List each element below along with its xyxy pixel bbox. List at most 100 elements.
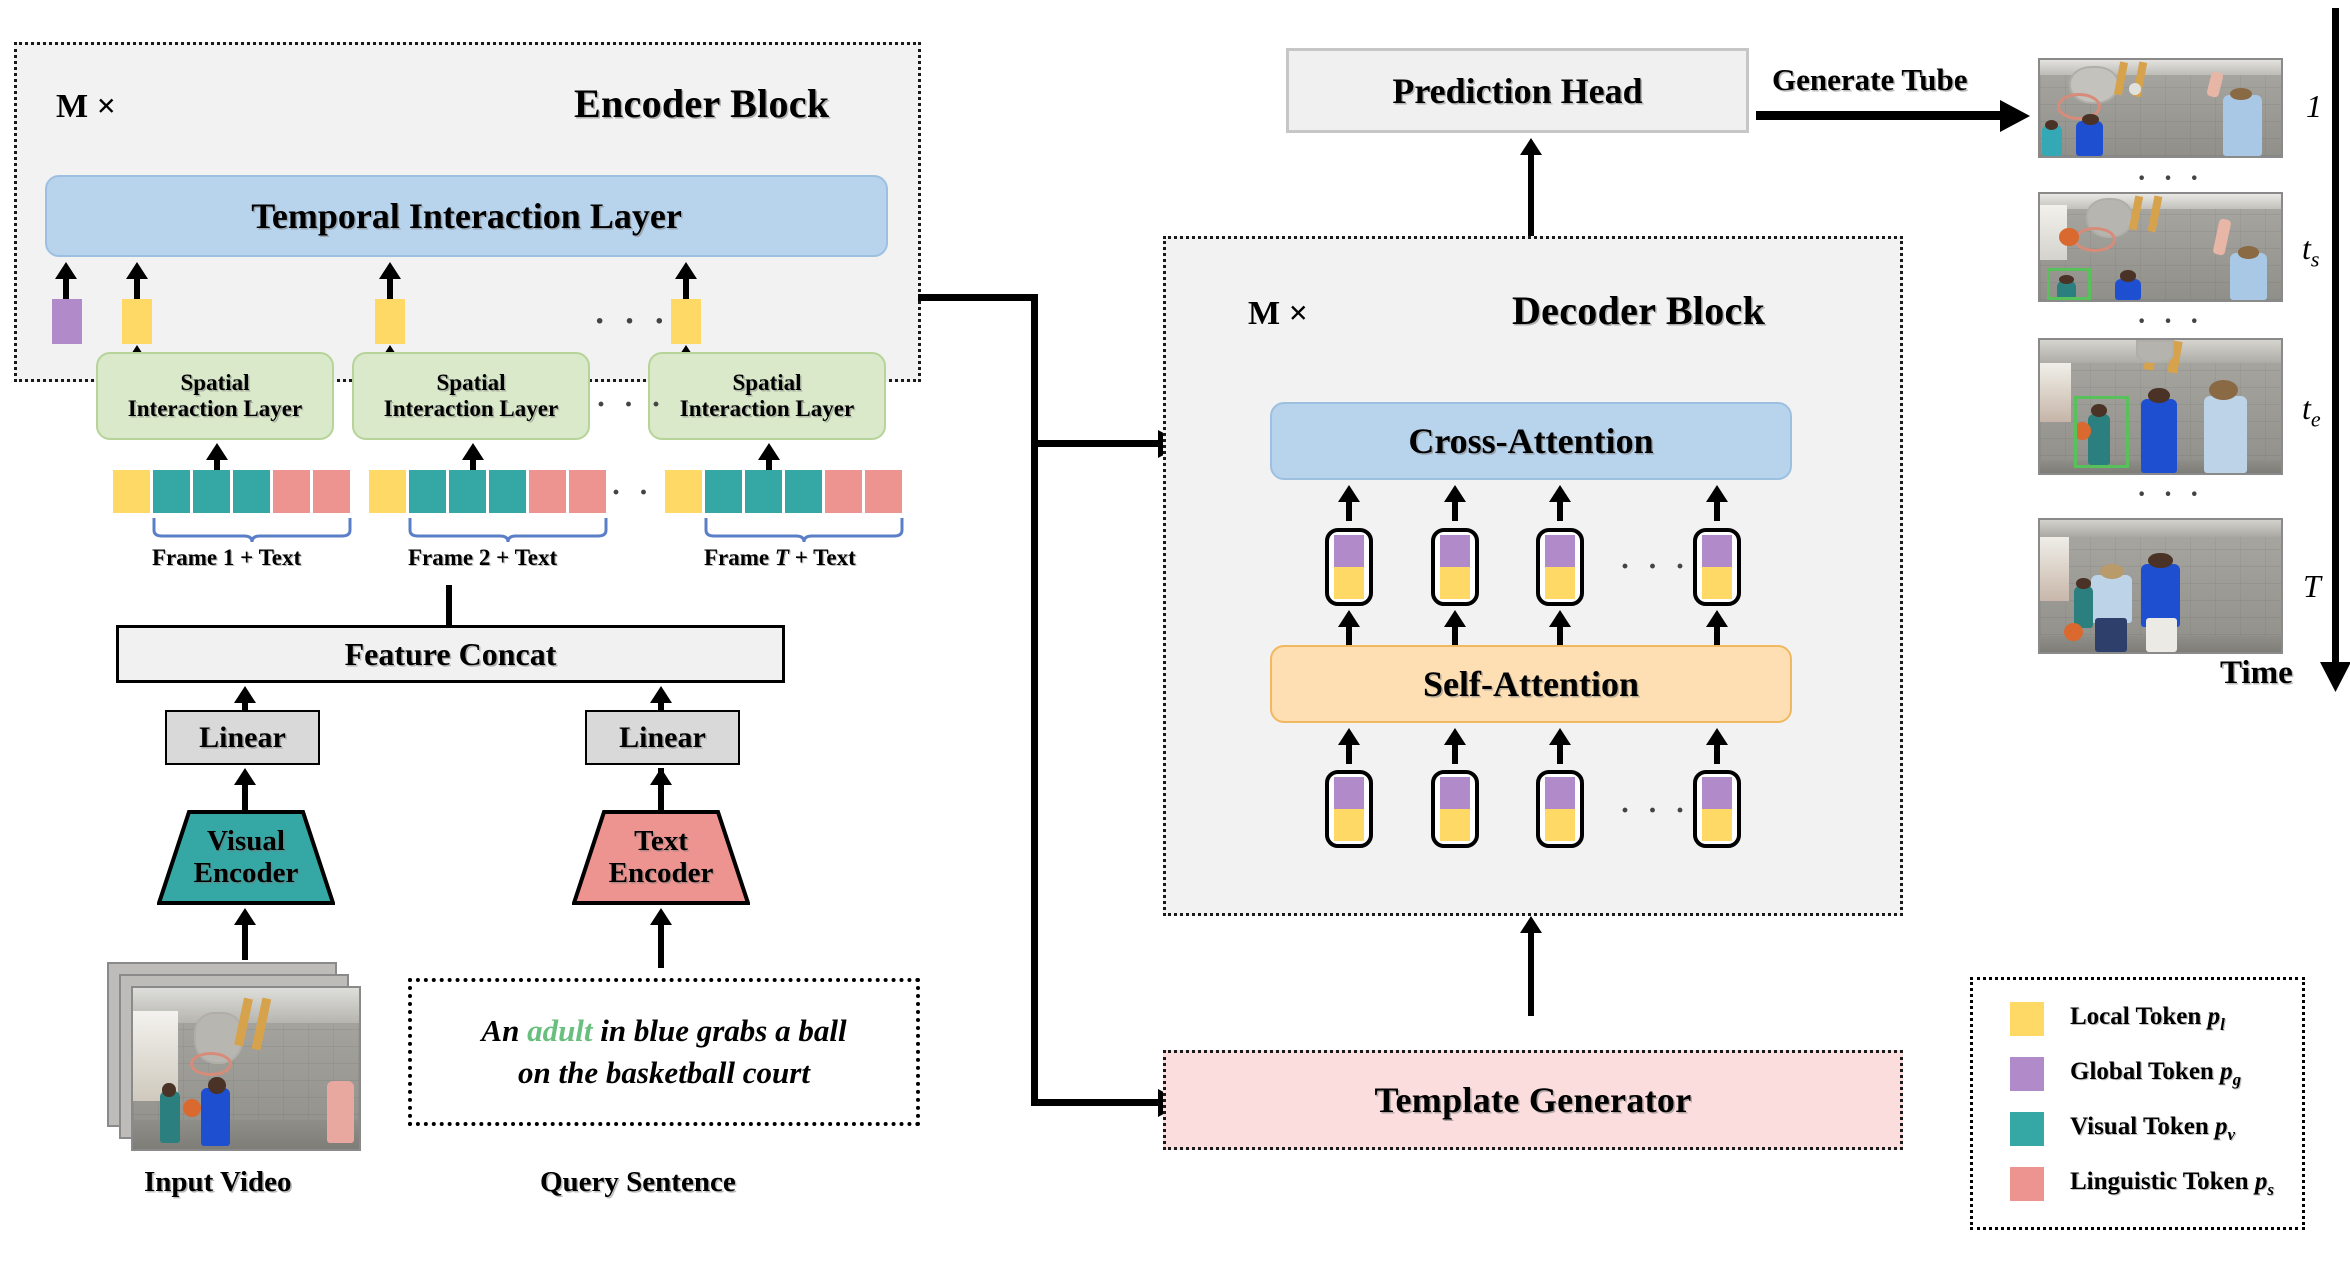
arrow-lowercapsule-to-self-3 [1548, 728, 1572, 764]
decoder-block-title: Decoder Block [1512, 288, 1766, 333]
prediction-head-box[interactable]: Prediction Head [1286, 48, 1749, 133]
legend-swatch-local [2010, 1002, 2044, 1036]
legend-symbol-global: p [2220, 1058, 2233, 1085]
token-g3-local [665, 470, 702, 513]
decoder-capsule-lower-3 [1536, 770, 1584, 848]
self-attention-layer[interactable]: Self-Attention [1270, 645, 1792, 723]
timeline-time-2-sub: s [2310, 246, 2320, 272]
legend-label-linguistic-text: Linguistic Token [2070, 1168, 2255, 1195]
spatial-layer-ellipsis: · · · [596, 388, 667, 421]
frame-label-1-prefix: Frame [152, 545, 223, 570]
visual-encoder[interactable]: Visual Encoder [157, 810, 335, 905]
time-axis-line [2332, 8, 2339, 670]
decoder-capsule-lower-1 [1325, 770, 1373, 848]
timeline-frame-1 [2038, 58, 2283, 158]
query-sentence-box[interactable]: An adult in blue grabs a ball on the bas… [408, 978, 920, 1126]
visual-encoder-line1: Visual [207, 825, 285, 858]
connector-to-template-line [1031, 1099, 1163, 1106]
linear-text-box[interactable]: Linear [585, 710, 740, 765]
linear-visual-box[interactable]: Linear [165, 710, 320, 765]
arrow-lowercapsule-to-self-4 [1705, 728, 1729, 764]
arrow-lowercapsule-to-self-1 [1337, 728, 1361, 764]
arrow-capsule-to-cross-3 [1548, 485, 1572, 521]
decoder-capsule-upper-4 [1693, 528, 1741, 606]
legend-swatch-global [2010, 1057, 2044, 1091]
arrow-token-to-temporal-2 [125, 262, 149, 300]
token-g2-linguistic-1 [529, 470, 566, 513]
text-encoder-line2: Encoder [608, 856, 714, 889]
timeline-bbox-2 [2047, 268, 2091, 300]
legend-label-local-text: Local Token [2070, 1003, 2208, 1030]
legend-label-visual-text: Visual Token [2070, 1113, 2215, 1140]
legend-label-global-text: Global Token [2070, 1058, 2221, 1085]
temporal-interaction-layer[interactable]: Temporal Interaction Layer [45, 175, 888, 257]
decoder-capsule-lower-2 [1431, 770, 1479, 848]
encoder-block-title: Encoder Block [574, 81, 830, 126]
token-g1-local [113, 470, 150, 513]
arrow-visual-encoder-to-linear [232, 768, 258, 812]
linear-visual-label: Linear [199, 720, 286, 754]
decoder-capsule-upper-3 [1536, 528, 1584, 606]
template-generator-box[interactable]: Template Generator [1163, 1050, 1903, 1150]
timeline-separator-2: · · · [2137, 306, 2205, 337]
frame-label-3-suffix: + Text [788, 545, 856, 570]
token-g2-local [369, 470, 406, 513]
local-token-encoder-top-2 [375, 299, 405, 344]
spatial-layer-1-line1: Spatial [180, 370, 250, 396]
legend-symbol-linguistic: p [2254, 1168, 2268, 1195]
token-g1-visual-1 [153, 470, 190, 513]
arrow-lowercapsule-to-self-2 [1443, 728, 1467, 764]
legend-label-local: Local Token pl [2070, 1003, 2225, 1035]
local-token-encoder-top-3 [671, 299, 701, 344]
arrow-video-to-visual-encoder [232, 908, 258, 960]
legend-item-linguistic-token: Linguistic Token ps [2010, 1167, 2274, 1201]
timeline-time-3-main: t [2302, 390, 2311, 426]
spatial-layer-1-line2: Interaction Layer [127, 396, 303, 421]
timeline-frame-4 [2038, 518, 2283, 654]
connector-vertical [1031, 294, 1038, 1106]
input-video-caption: Input Video [144, 1166, 292, 1198]
frame-group-label-2: Frame 2 + Text [408, 545, 557, 571]
line-concat-to-encoder [446, 585, 452, 627]
arrow-text-encoder-to-linear [648, 768, 674, 812]
arrow-query-to-text-encoder [648, 908, 674, 968]
timeline-frame-2 [2038, 192, 2283, 302]
linear-text-label: Linear [619, 720, 706, 754]
arrow-token-to-temporal-1 [54, 262, 78, 300]
time-axis-label: Time [2220, 655, 2293, 691]
frame-brace-2 [408, 518, 608, 543]
legend-symbol-sub-local: l [2220, 1015, 2225, 1034]
query-line2: on the basketball court [518, 1055, 810, 1090]
legend-item-local-token: Local Token pl [2010, 1002, 2225, 1036]
feature-concat-box[interactable]: Feature Concat [116, 625, 785, 683]
timeline-separator-3: · · · [2137, 479, 2205, 510]
spatial-layer-3-line1: Spatial [732, 370, 802, 396]
self-attention-label: Self-Attention [1423, 663, 1639, 704]
arrow-token-to-temporal-3 [378, 262, 402, 300]
timeline-bbox-3 [2073, 395, 2130, 468]
spatial-layer-2-line1: Spatial [436, 370, 506, 396]
decoder-capsule-upper-1 [1325, 528, 1373, 606]
token-g1-visual-2 [193, 470, 230, 513]
arrow-decoder-to-prediction-head [1517, 138, 1545, 236]
encoder-repeat-label: M × [56, 88, 116, 125]
token-g3-visual-1 [705, 470, 742, 513]
cross-attention-label: Cross-Attention [1408, 420, 1654, 461]
legend-symbol-sub-global: g [2232, 1070, 2242, 1089]
spatial-interaction-layer-2[interactable]: Spatial Interaction Layer [352, 352, 590, 440]
frame-label-1-index: 1 [222, 545, 235, 570]
connector-to-decoder-line [1031, 440, 1163, 447]
generate-tube-arrowhead [2000, 100, 2030, 132]
token-g3-visual-3 [785, 470, 822, 513]
token-g2-visual-3 [489, 470, 526, 513]
text-encoder[interactable]: Text Encoder [572, 810, 750, 905]
arrow-self-to-capsule-4 [1705, 610, 1729, 646]
decoder-capsule-lower-4 [1693, 770, 1741, 848]
cross-attention-layer[interactable]: Cross-Attention [1270, 402, 1792, 480]
token-g3-linguistic-2 [865, 470, 902, 513]
spatial-interaction-layer-3[interactable]: Spatial Interaction Layer [648, 352, 886, 440]
frame-label-1-suffix: + Text [234, 545, 302, 570]
frame-label-2-prefix: Frame [408, 545, 479, 570]
timeline-time-label-1: 1 [2306, 88, 2322, 125]
spatial-interaction-layer-1[interactable]: Spatial Interaction Layer [96, 352, 334, 440]
